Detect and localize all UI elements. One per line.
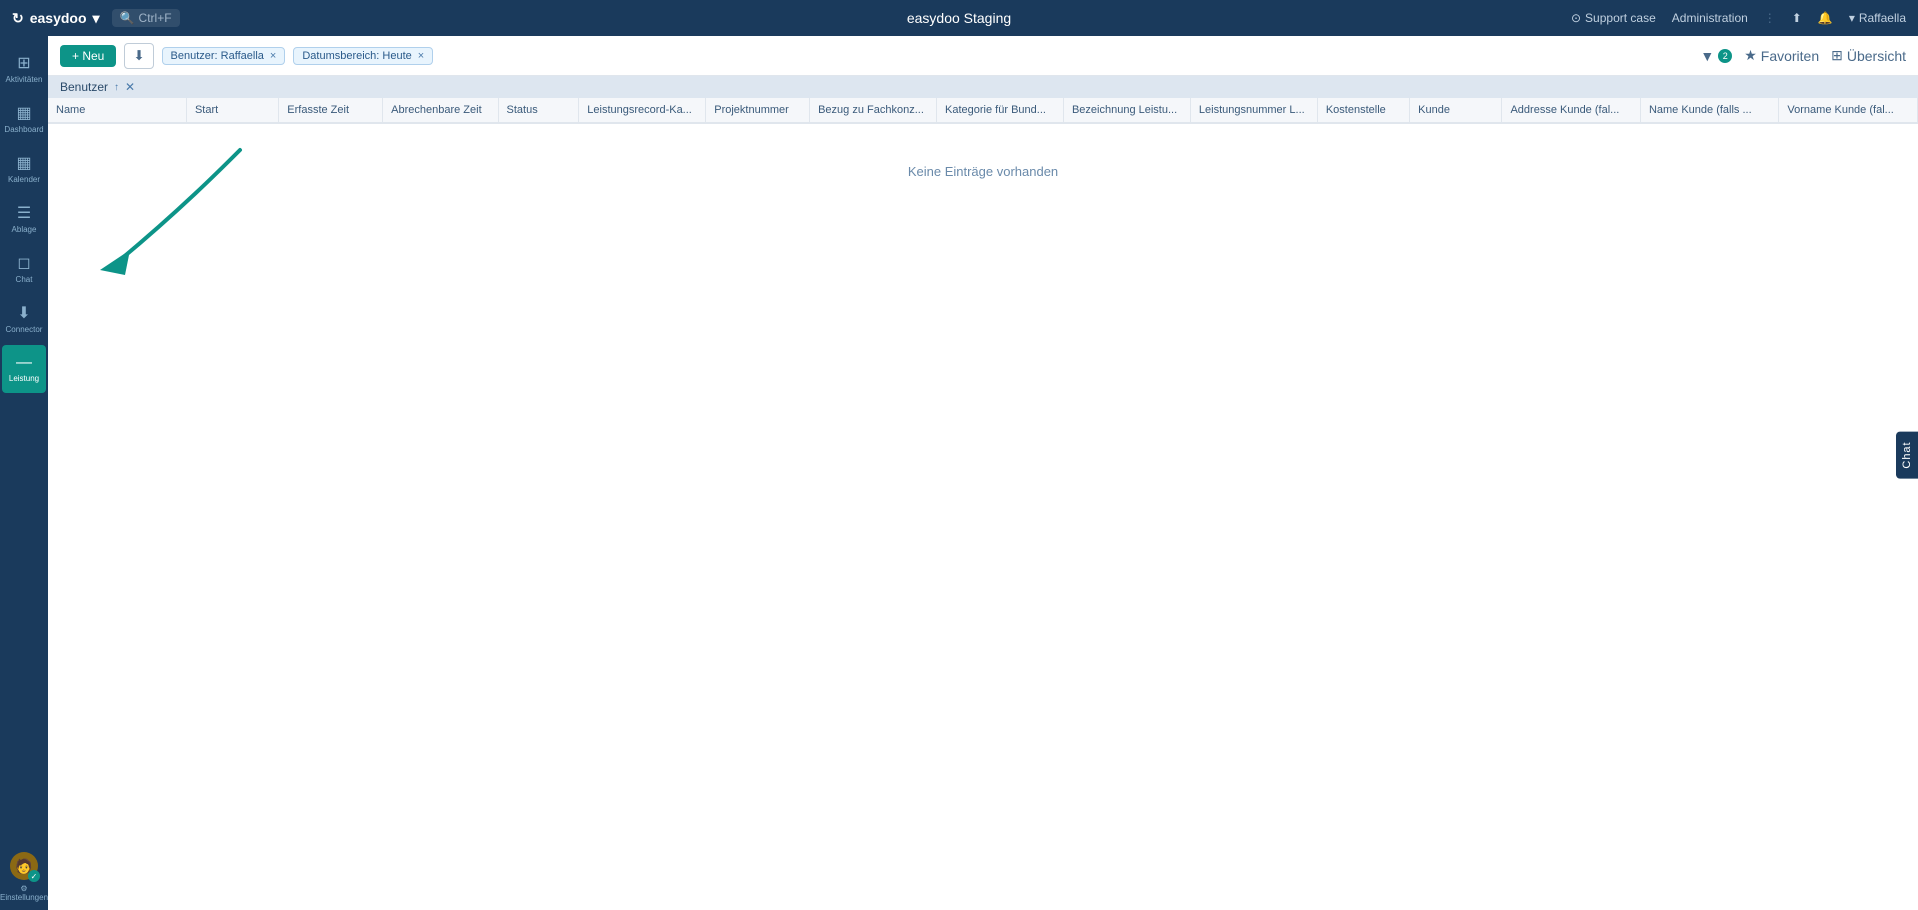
col-name[interactable]: Name [48,98,186,123]
leistung-icon: — [16,354,32,372]
col-name-kunde[interactable]: Name Kunde (falls ... [1640,98,1778,123]
download-button[interactable]: ⬇ [124,43,153,69]
sidebar-item-leistung[interactable]: — Leistung [2,345,46,393]
settings-btn[interactable]: ⚙Einstellungen [0,884,48,902]
support-case-btn[interactable]: ⊙ Support case [1571,11,1656,25]
user-menu[interactable]: ▾ Raffaella [1849,11,1906,25]
data-table: Name Start Erfasste Zeit Abrechenbare Ze… [48,98,1918,124]
user-avatar[interactable]: 🧑 ✓ [10,852,38,880]
filter-tag-user[interactable]: Benutzer: Raffaella × [162,47,286,65]
sidebar-label-chat: Chat [16,275,33,285]
download-icon: ⬇ [133,48,144,63]
top-nav-right: ⊙ Support case Administration ⋮ ⬆ 🔔 ▾ Ra… [1571,11,1906,25]
notification-btn[interactable]: 🔔 [1818,11,1833,25]
search-shortcut: Ctrl+F [139,11,172,25]
col-erfasste-zeit[interactable]: Erfasste Zeit [279,98,383,123]
user-name: Raffaella [1859,11,1906,25]
chat-side-button[interactable]: Chat [1896,431,1918,478]
table-header-row: Name Start Erfasste Zeit Abrechenbare Ze… [48,98,1918,123]
chat-icon: ◻ [17,253,30,273]
sidebar-label-aktivitaten: Aktivitäten [6,75,43,85]
aktivitaten-icon: ⊞ [17,53,30,73]
main-content: + Neu ⬇ Benutzer: Raffaella × Datumsbere… [48,36,1918,910]
table-container[interactable]: Name Start Erfasste Zeit Abrechenbare Ze… [48,98,1918,910]
sidebar-item-aktivitaten[interactable]: ⊞ Aktivitäten [2,45,46,93]
brand-arrow: ▾ [93,10,100,27]
sidebar-item-ablage[interactable]: ☰ Ablage [2,195,46,243]
overview-button[interactable]: ⊞ Übersicht [1831,47,1906,64]
sidebar-label-connector: Connector [6,325,43,335]
empty-state: Keine Einträge vorhanden [48,124,1918,219]
col-kategorie-bund[interactable]: Kategorie für Bund... [937,98,1064,123]
sidebar: ⊞ Aktivitäten ▦ Dashboard ▦ Kalender ☰ A… [0,36,48,910]
sidebar-label-ablage: Ablage [12,225,37,235]
brand-logo[interactable]: ↻ easydoo ▾ [12,10,100,27]
sidebar-item-kalender[interactable]: ▦ Kalender [2,145,46,193]
sidebar-label-dashboard: Dashboard [4,125,43,135]
toolbar-right: ▼ 2 ★ Favoriten ⊞ Übersicht [1700,47,1906,64]
kalender-icon: ▦ [16,153,31,173]
nav-separator: ⋮ [1764,11,1776,25]
col-kostenstelle[interactable]: Kostenstelle [1317,98,1409,123]
col-leistungsrecord-ka[interactable]: Leistungsrecord-Ka... [579,98,706,123]
col-adresse-kunde[interactable]: Addresse Kunde (fal... [1502,98,1640,123]
toolbar: + Neu ⬇ Benutzer: Raffaella × Datumsbere… [48,36,1918,76]
administration-btn[interactable]: Administration [1672,11,1748,25]
sidebar-item-chat[interactable]: ◻ Chat [2,245,46,293]
sidebar-item-dashboard[interactable]: ▦ Dashboard [2,95,46,143]
filter-tag-date-close[interactable]: × [418,50,424,62]
table-header: Name Start Erfasste Zeit Abrechenbare Ze… [48,98,1918,123]
filter-tag-date[interactable]: Datumsbereich: Heute × [293,47,433,65]
upload-btn[interactable]: ⬆ [1792,11,1802,25]
verified-badge: ✓ [28,870,40,882]
star-icon: ★ [1744,47,1757,64]
col-kunde[interactable]: Kunde [1410,98,1502,123]
user-arrow: ▾ [1849,11,1855,25]
filter-tag-user-label: Benutzer: Raffaella [171,50,264,62]
filter-icon: ▼ [1700,48,1714,64]
sort-icon[interactable]: ↑ [114,82,119,93]
ablage-icon: ☰ [17,203,31,223]
filter-count: 2 [1718,49,1732,63]
col-vorname-kunde[interactable]: Vorname Kunde (fal... [1779,98,1918,123]
subheader-label: Benutzer [60,80,108,94]
brand-name: easydoo [30,10,87,26]
sidebar-item-connector[interactable]: ⬇ Connector [2,295,46,343]
support-icon: ⊙ [1571,11,1581,25]
dashboard-icon: ▦ [16,103,31,123]
top-nav-left: ↻ easydoo ▾ 🔍 Ctrl+F [12,9,180,27]
top-navigation: ↻ easydoo ▾ 🔍 Ctrl+F easydoo Staging ⊙ S… [0,0,1918,36]
grid-icon: ⊞ [1831,47,1843,64]
filter-tag-date-label: Datumsbereich: Heute [302,50,411,62]
filter-tag-user-close[interactable]: × [270,50,276,62]
search-icon: 🔍 [120,11,135,25]
global-search[interactable]: 🔍 Ctrl+F [112,9,180,27]
refresh-icon: ↻ [12,10,24,27]
connector-icon: ⬇ [17,303,30,323]
clear-group-btn[interactable]: ✕ [125,80,135,94]
sidebar-label-kalender: Kalender [8,175,40,185]
table-section: Benutzer ↑ ✕ Name Start Erfasste Zeit Ab… [48,76,1918,910]
col-abrechenbare-zeit[interactable]: Abrechenbare Zeit [383,98,498,123]
new-button[interactable]: + Neu [60,45,116,67]
col-leistungsnummer-l[interactable]: Leistungsnummer L... [1190,98,1317,123]
sidebar-bottom: 🧑 ✓ ⚙Einstellungen [0,844,48,910]
col-start[interactable]: Start [186,98,278,123]
table-subheader: Benutzer ↑ ✕ [48,76,1918,98]
col-status[interactable]: Status [498,98,579,123]
app-title: easydoo Staging [907,10,1011,26]
col-bezug-fachkonz[interactable]: Bezug zu Fachkonz... [810,98,937,123]
favorites-button[interactable]: ★ Favoriten [1744,47,1819,64]
col-projektnummer[interactable]: Projektnummer [706,98,810,123]
filter-button[interactable]: ▼ 2 [1700,48,1732,64]
sidebar-label-leistung: Leistung [9,374,39,384]
col-bezeichnung-leistu[interactable]: Bezeichnung Leistu... [1063,98,1190,123]
